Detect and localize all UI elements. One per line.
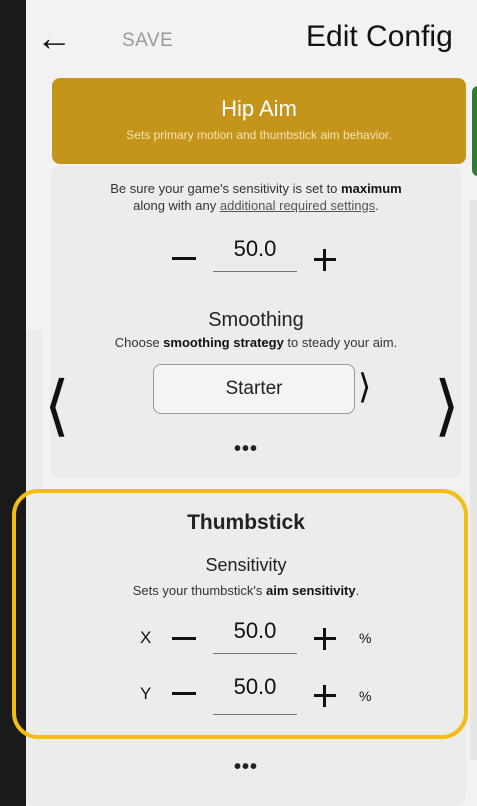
smoothing-desc-suffix: to steady your aim. bbox=[287, 335, 398, 350]
save-button[interactable]: SAVE bbox=[122, 30, 173, 52]
sensitivity-value[interactable]: 50.0 bbox=[213, 236, 297, 262]
page-title: Edit Config bbox=[306, 20, 453, 53]
smoothing-desc-bold: smoothing strategy bbox=[163, 335, 284, 350]
next-page-chevron-icon[interactable]: ⟩ bbox=[434, 372, 460, 438]
smoothing-next-chevron-icon[interactable]: ⟩ bbox=[358, 370, 371, 404]
sensitivity-note: Be sure your game's sensitivity is set t… bbox=[50, 180, 462, 214]
sensitivity-note-bold: maximum bbox=[341, 181, 402, 196]
smoothing-select[interactable]: Starter bbox=[153, 364, 355, 414]
smoothing-desc-prefix: Choose bbox=[114, 335, 160, 350]
plus-icon-vertical bbox=[323, 249, 326, 271]
hip-aim-subtitle: Sets primary motion and thumbstick aim b… bbox=[126, 128, 392, 142]
sensitivity-note-mid: along with any bbox=[133, 198, 217, 213]
smoothing-more-icon[interactable]: ••• bbox=[234, 438, 258, 461]
smoothing-title: Smoothing bbox=[208, 309, 304, 331]
next-card-peek bbox=[470, 200, 477, 760]
thumbstick-more-icon[interactable]: ••• bbox=[234, 756, 258, 779]
thumbstick-highlight-outline bbox=[12, 489, 468, 739]
sensitivity-note-end: . bbox=[375, 198, 379, 213]
next-tab-peek[interactable] bbox=[472, 86, 477, 176]
additional-settings-link[interactable]: additional required settings bbox=[220, 198, 375, 213]
hip-aim-tab[interactable]: Hip Aim Sets primary motion and thumbsti… bbox=[52, 78, 466, 164]
sensitivity-decrease-button[interactable] bbox=[172, 257, 196, 260]
app-screen: ← SAVE Edit Config Hip Aim Sets primary … bbox=[0, 0, 477, 806]
smoothing-desc: Choose smoothing strategy to steady your… bbox=[50, 335, 462, 350]
previous-page-chevron-icon[interactable]: ⟨ bbox=[44, 372, 70, 438]
sensitivity-underline bbox=[213, 271, 297, 272]
hip-aim-title: Hip Aim bbox=[221, 96, 297, 121]
back-arrow-icon[interactable]: ← bbox=[36, 18, 76, 58]
sensitivity-note-prefix: Be sure your game's sensitivity is set t… bbox=[110, 181, 338, 196]
